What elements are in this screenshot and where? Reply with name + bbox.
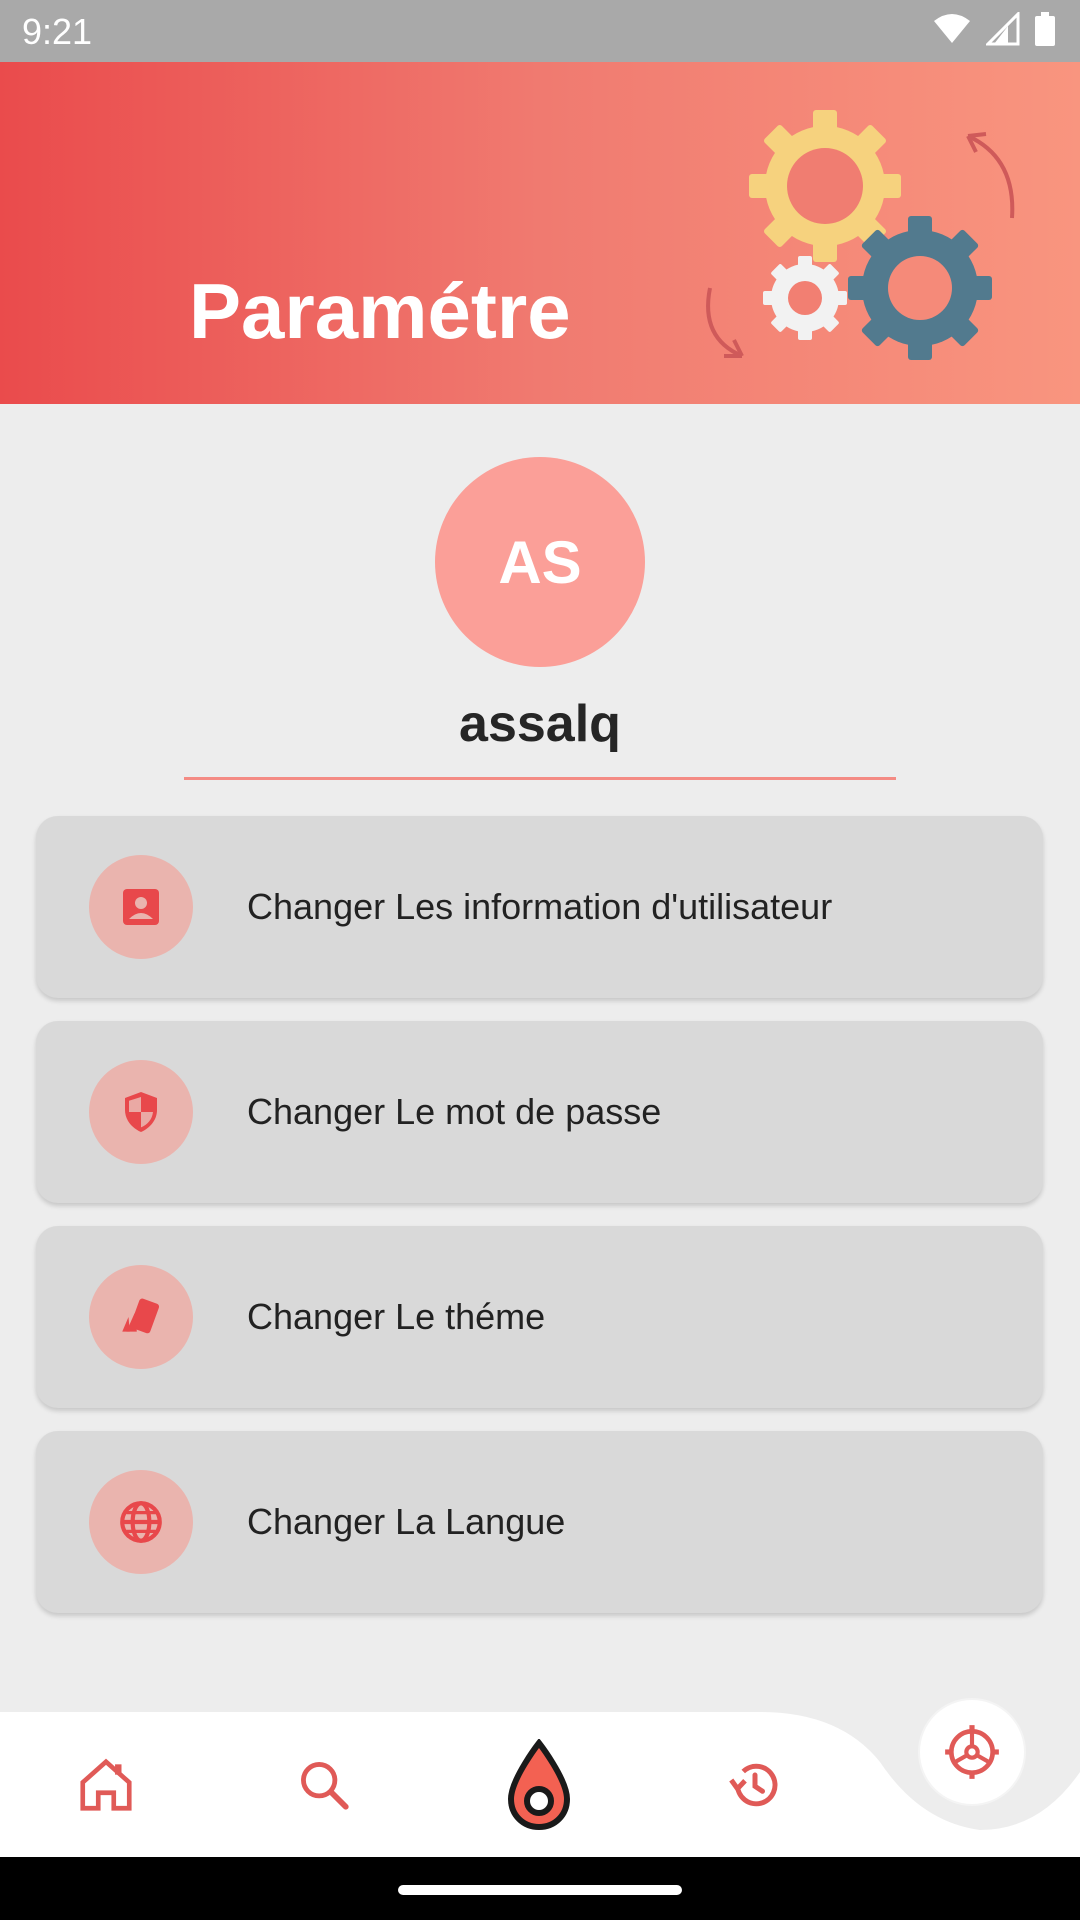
nav-history[interactable] xyxy=(695,1712,815,1857)
globe-icon xyxy=(120,1501,162,1543)
menu-item-theme[interactable]: Changer Le théme xyxy=(36,1226,1043,1408)
nav-flame[interactable] xyxy=(479,1712,599,1857)
avatar-initials: AS xyxy=(498,528,582,596)
settings-icon xyxy=(945,1725,999,1779)
search-icon xyxy=(301,1761,349,1810)
gears-illustration xyxy=(706,110,1015,360)
nav-settings[interactable] xyxy=(920,1700,1024,1804)
menu-icon-circle xyxy=(89,1470,193,1574)
settings-menu: Changer Les information d'utilisateur Ch… xyxy=(36,816,1043,1636)
menu-icon-circle xyxy=(89,1265,193,1369)
theme-swatch-icon xyxy=(122,1298,160,1334)
settings-header: Paramétre xyxy=(0,62,1080,404)
status-time: 9:21 xyxy=(22,11,93,52)
avatar[interactable]: AS xyxy=(435,457,645,667)
menu-item-language[interactable]: Changer La Langue xyxy=(36,1431,1043,1613)
shield-icon xyxy=(125,1092,157,1132)
menu-item-user-info[interactable]: Changer Les information d'utilisateur xyxy=(36,816,1043,998)
menu-icon-circle xyxy=(89,1060,193,1164)
page-title: Paramétre xyxy=(189,267,571,355)
nav-home[interactable] xyxy=(46,1712,166,1857)
status-bar: 9:21 xyxy=(0,0,1080,62)
menu-item-label: Changer Les information d'utilisateur xyxy=(247,886,833,927)
menu-item-password[interactable]: Changer Le mot de passe xyxy=(36,1021,1043,1203)
menu-item-label: Changer La Langue xyxy=(247,1501,566,1542)
status-icons xyxy=(932,12,1056,46)
username: assalq xyxy=(459,695,621,753)
system-nav-bar xyxy=(0,1857,1080,1920)
cell-signal-icon xyxy=(986,12,1020,46)
wifi-icon xyxy=(934,14,970,43)
home-icon xyxy=(80,1758,132,1811)
menu-item-label: Changer Le théme xyxy=(247,1296,546,1337)
history-icon xyxy=(729,1763,778,1806)
user-card-icon xyxy=(123,889,159,925)
username-divider xyxy=(184,777,896,780)
flame-icon xyxy=(507,1738,571,1830)
home-gesture-pill[interactable] xyxy=(398,1885,682,1895)
nav-search[interactable] xyxy=(264,1712,384,1857)
menu-icon-circle xyxy=(89,855,193,959)
battery-icon xyxy=(1035,12,1055,46)
bottom-navigation xyxy=(0,1712,1080,1857)
menu-item-label: Changer Le mot de passe xyxy=(247,1091,662,1132)
